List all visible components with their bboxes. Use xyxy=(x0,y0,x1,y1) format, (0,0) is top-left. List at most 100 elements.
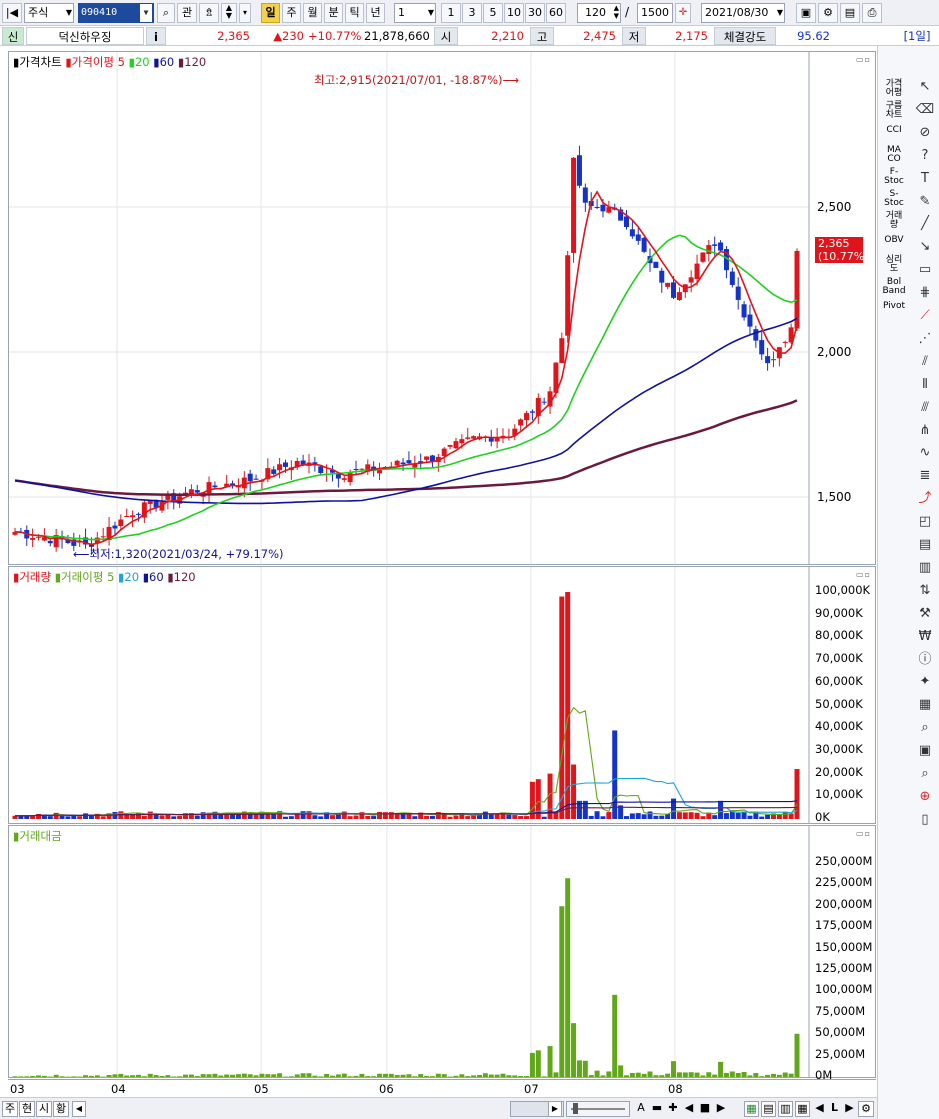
pane-window-buttons[interactable]: ▭▫ xyxy=(856,55,871,64)
stock-name[interactable]: 덕신하우징 xyxy=(26,27,144,45)
period-day-button[interactable]: 일 xyxy=(261,3,280,23)
indicator-tool-item[interactable]: Pivot xyxy=(880,302,908,311)
phone-icon[interactable]: ▯ xyxy=(914,811,936,829)
search-icon[interactable]: ⌕ xyxy=(157,3,175,23)
save-icon[interactable]: ▤ xyxy=(761,1101,776,1117)
indicator-tool-item[interactable]: Bol Band xyxy=(880,278,908,296)
volume-chart-canvas[interactable] xyxy=(9,567,875,823)
cycle-lines-icon[interactable]: ⦀ xyxy=(914,376,936,394)
search-icon[interactable]: ⌕ xyxy=(914,765,936,783)
pen-tool-icon[interactable]: ✎ xyxy=(914,193,936,211)
volume-chart-pane[interactable]: ▮거래량 ▮거래이평 5 ▮20 ▮60 ▮120 ▭▫ 100,000K 90,… xyxy=(8,566,876,824)
indicator-tool-item[interactable]: F- Stoc xyxy=(880,168,908,186)
tab-status[interactable]: 황 xyxy=(53,1101,69,1117)
date-picker[interactable]: 2021/08/30 ▼ xyxy=(701,3,785,23)
amount-chart-canvas[interactable] xyxy=(9,826,875,1077)
pane-window-buttons[interactable]: ▭▫ xyxy=(856,570,871,579)
indicator-tool-item[interactable]: 가격 어평 xyxy=(880,80,908,98)
eraser-icon[interactable]: ⌫ xyxy=(914,101,936,119)
scroll-right-icon[interactable]: ▶ xyxy=(548,1101,562,1117)
gann-line-icon[interactable]: ⟋ xyxy=(914,307,936,325)
display-count-input[interactable]: 120 ▲ ▼ xyxy=(577,3,621,23)
save-icon[interactable]: ▤ xyxy=(840,3,860,23)
period-year-button[interactable]: 년 xyxy=(366,3,385,23)
indicator-tool-item[interactable]: CCI xyxy=(880,126,908,135)
period-tick-button[interactable]: 틱 xyxy=(345,3,364,23)
pane-window-buttons[interactable]: ▭▫ xyxy=(856,829,871,838)
gear-icon[interactable]: ⚙ xyxy=(818,3,838,23)
cursor-icon[interactable]: ↖ xyxy=(914,78,936,96)
pitchfork-icon[interactable]: ⋔ xyxy=(914,422,936,440)
scroll-end-icon[interactable]: ▶ xyxy=(842,1101,857,1117)
zoom-slider-thumb[interactable] xyxy=(573,1103,578,1114)
zoom-slider[interactable] xyxy=(566,1101,630,1117)
step-left-icon[interactable]: ◀ xyxy=(682,1101,696,1117)
unit-5-button[interactable]: 5 xyxy=(483,3,503,23)
print-icon[interactable]: ⎙ xyxy=(862,3,882,23)
rectangle-tool-icon[interactable]: ▭ xyxy=(914,261,936,279)
parallel-lines-icon[interactable]: ⫽ xyxy=(914,353,936,371)
zoom-adjust-icon[interactable]: ✛ xyxy=(675,3,691,23)
scroll-start-icon[interactable]: ◀ xyxy=(812,1101,827,1117)
grid-icon[interactable]: ▦ xyxy=(795,1101,810,1117)
info-icon[interactable]: ⓘ xyxy=(914,651,936,669)
speed-lines-icon[interactable]: ⫻ xyxy=(914,399,936,417)
first-page-icon[interactable]: |◀ xyxy=(2,3,22,23)
indicator-tool-item[interactable]: MA CO xyxy=(880,146,908,164)
chevron-down-icon[interactable]: ▼ xyxy=(140,4,152,22)
indicator-tool-item[interactable]: OBV xyxy=(880,236,908,245)
tab-current[interactable]: 현 xyxy=(19,1101,35,1117)
tab-stock[interactable]: 주 xyxy=(2,1101,18,1117)
indicator-tool-item[interactable]: 거래 량 xyxy=(880,212,908,230)
tab-market[interactable]: 시 xyxy=(36,1101,52,1117)
indicator-tool-item[interactable]: S- Stoc xyxy=(880,190,908,208)
unit-30-button[interactable]: 30 xyxy=(525,3,545,23)
lookup-icon[interactable]: ⇯ xyxy=(199,3,219,23)
auto-trend-icon[interactable]: ⤴ xyxy=(914,490,936,508)
price-chart-canvas[interactable] xyxy=(9,52,875,564)
fibonacci-icon[interactable]: ≣ xyxy=(914,467,936,485)
wrench-icon[interactable]: ⚒ xyxy=(914,605,936,623)
text-tool-icon[interactable]: T xyxy=(914,170,936,188)
document-icon[interactable]: ▤ xyxy=(914,536,936,554)
table-icon[interactable]: ▦ xyxy=(914,696,936,714)
scroll-latest-icon[interactable]: L xyxy=(827,1101,842,1117)
window-icon[interactable]: ◰ xyxy=(914,513,936,531)
target-icon[interactable]: ⊕ xyxy=(914,788,936,806)
chart-icon[interactable]: ▥ xyxy=(778,1101,793,1117)
amount-chart-pane[interactable]: ▮거래대금 ▭▫ 250,000M 225,000M 200,000M 175,000… xyxy=(8,825,876,1082)
settings-icon[interactable]: ⚙ xyxy=(858,1101,874,1117)
period-month-button[interactable]: 월 xyxy=(303,3,322,23)
price-chart-pane[interactable]: ▮가격차트 ▮가격이평 5 ▮20 ▮60 ▮120 ▭▫ 최고:2,915(2… xyxy=(8,51,876,565)
unit-60-button[interactable]: 60 xyxy=(546,3,566,23)
zoom-a-icon[interactable]: A xyxy=(634,1101,648,1117)
trend-channel-icon[interactable]: ⋕ xyxy=(914,284,936,302)
stock-code-input[interactable]: 090410 ▼ xyxy=(78,3,154,23)
excel-icon[interactable]: ▦ xyxy=(744,1101,759,1117)
total-count-input[interactable]: 1500 xyxy=(637,3,673,23)
scroll-left-icon[interactable]: ◀ xyxy=(72,1101,86,1117)
unit-10-button[interactable]: 10 xyxy=(504,3,524,23)
prev-next-stock-spinner[interactable]: ▲ ▼ xyxy=(221,3,237,23)
zoom-out-icon[interactable]: ▬ xyxy=(650,1101,664,1117)
more-menu-icon[interactable]: ▾ xyxy=(239,3,251,23)
fan-line-icon[interactable]: ⋰ xyxy=(914,330,936,348)
bar-chart-icon[interactable]: ▥ xyxy=(914,559,936,577)
price-icon[interactable]: ₩ xyxy=(914,628,936,646)
spinner-icon[interactable]: ▲ ▼ xyxy=(614,4,619,20)
unit-3-button[interactable]: 3 xyxy=(462,3,482,23)
step-right-icon[interactable]: ▶ xyxy=(714,1101,728,1117)
magic-icon[interactable]: ✦ xyxy=(914,673,936,691)
window-icon[interactable]: ▣ xyxy=(796,3,816,23)
period-minute-button[interactable]: 분 xyxy=(324,3,343,23)
indicator-tool-item[interactable]: 심리 도 xyxy=(880,256,908,274)
info-icon[interactable]: i xyxy=(146,27,166,45)
wave-icon[interactable]: ∿ xyxy=(914,444,936,462)
unit-1-button[interactable]: 1 xyxy=(441,3,461,23)
period-week-button[interactable]: 주 xyxy=(282,3,301,23)
market-type-select[interactable]: 주식 ▼ xyxy=(24,3,74,23)
excel-icon[interactable]: ▣ xyxy=(914,742,936,760)
all-clear-icon[interactable]: ⊘ xyxy=(914,124,936,142)
ray-tool-icon[interactable]: ↘ xyxy=(914,238,936,256)
stop-icon[interactable]: ■ xyxy=(698,1101,712,1117)
